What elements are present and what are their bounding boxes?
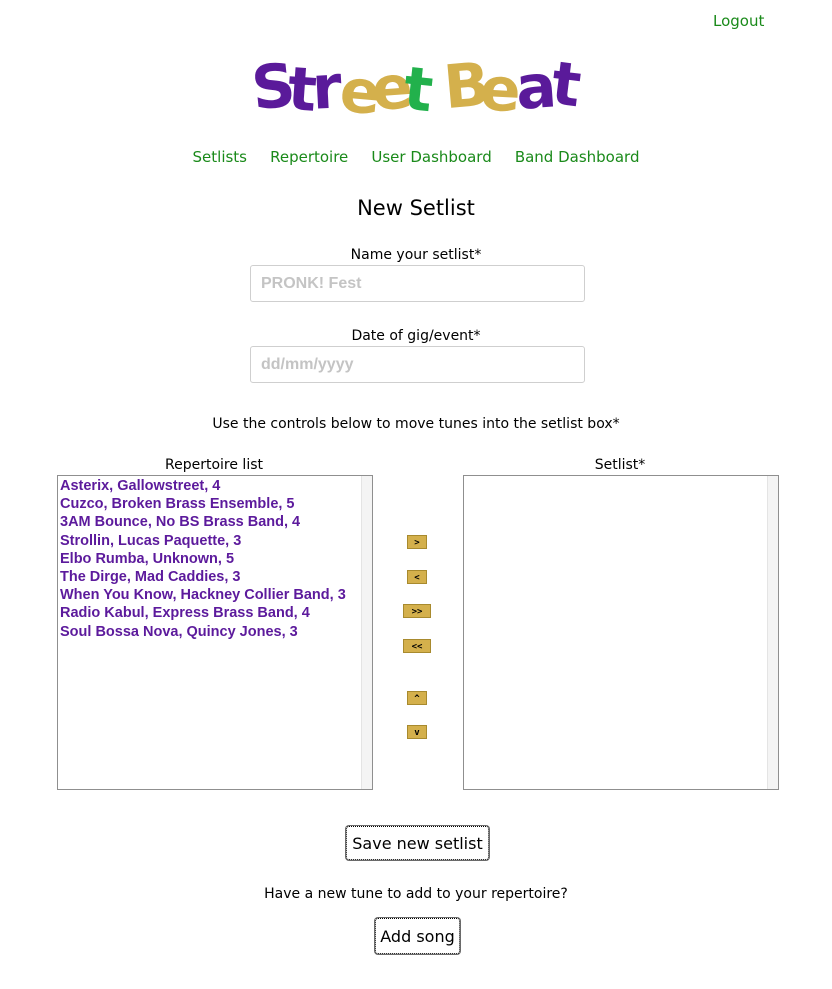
logo-letter: t [400,54,436,120]
move-up-button[interactable]: ^ [407,691,427,705]
save-setlist-button[interactable]: Save new setlist [346,826,489,860]
nav-band-dashboard[interactable]: Band Dashboard [515,148,640,166]
move-left-button[interactable]: < [407,570,427,584]
new-tune-prompt: Have a new tune to add to your repertoir… [264,886,568,902]
repertoire-listbox[interactable]: Asterix, Gallowstreet, 4 Cuzco, Broken Br… [57,475,373,790]
move-instructions: Use the controls below to move tunes int… [212,416,620,432]
setlist-name-input[interactable] [250,265,585,302]
page-title: New Setlist [357,196,475,220]
setlist-listbox[interactable] [463,475,779,790]
repertoire-item[interactable]: When You Know, Hackney Collier Band, 3 [58,586,346,604]
repertoire-item[interactable]: Soul Bossa Nova, Quincy Jones, 3 [58,623,346,641]
move-all-left-button[interactable]: << [403,639,431,653]
gig-date-input[interactable] [250,346,585,383]
move-all-right-button[interactable]: >> [403,604,431,618]
setlist-caption: Setlist* [594,457,646,473]
repertoire-item[interactable]: Cuzco, Broken Brass Ensemble, 5 [58,495,346,513]
repertoire-item[interactable]: The Dirge, Mad Caddies, 3 [58,568,346,586]
repertoire-item[interactable]: Strollin, Lucas Paquette, 3 [58,532,346,550]
repertoire-item[interactable]: Elbo Rumba, Unknown, 5 [58,550,346,568]
repertoire-items: Asterix, Gallowstreet, 4 Cuzco, Broken Br… [58,477,346,641]
move-right-button[interactable]: > [407,535,427,549]
repertoire-item[interactable]: Radio Kabul, Express Brass Band, 4 [58,604,346,622]
main-nav: Setlists Repertoire User Dashboard Band … [0,147,832,166]
setlist-scrollbar[interactable] [767,476,778,789]
repertoire-scrollbar[interactable] [361,476,372,789]
gig-date-label: Date of gig/event* [351,328,481,344]
repertoire-item[interactable]: Asterix, Gallowstreet, 4 [58,477,346,495]
logout-link[interactable]: Logout [713,12,764,30]
streetbeat-logo: Street Beat [248,50,584,120]
repertoire-item[interactable]: 3AM Bounce, No BS Brass Band, 4 [58,513,346,531]
repertoire-list-caption: Repertoire list [165,457,263,473]
setlist-name-label: Name your setlist* [350,247,482,263]
nav-repertoire[interactable]: Repertoire [270,148,348,166]
move-down-button[interactable]: v [407,725,427,739]
add-song-button[interactable]: Add song [375,918,460,954]
nav-setlists[interactable]: Setlists [193,148,247,166]
nav-user-dashboard[interactable]: User Dashboard [371,148,491,166]
